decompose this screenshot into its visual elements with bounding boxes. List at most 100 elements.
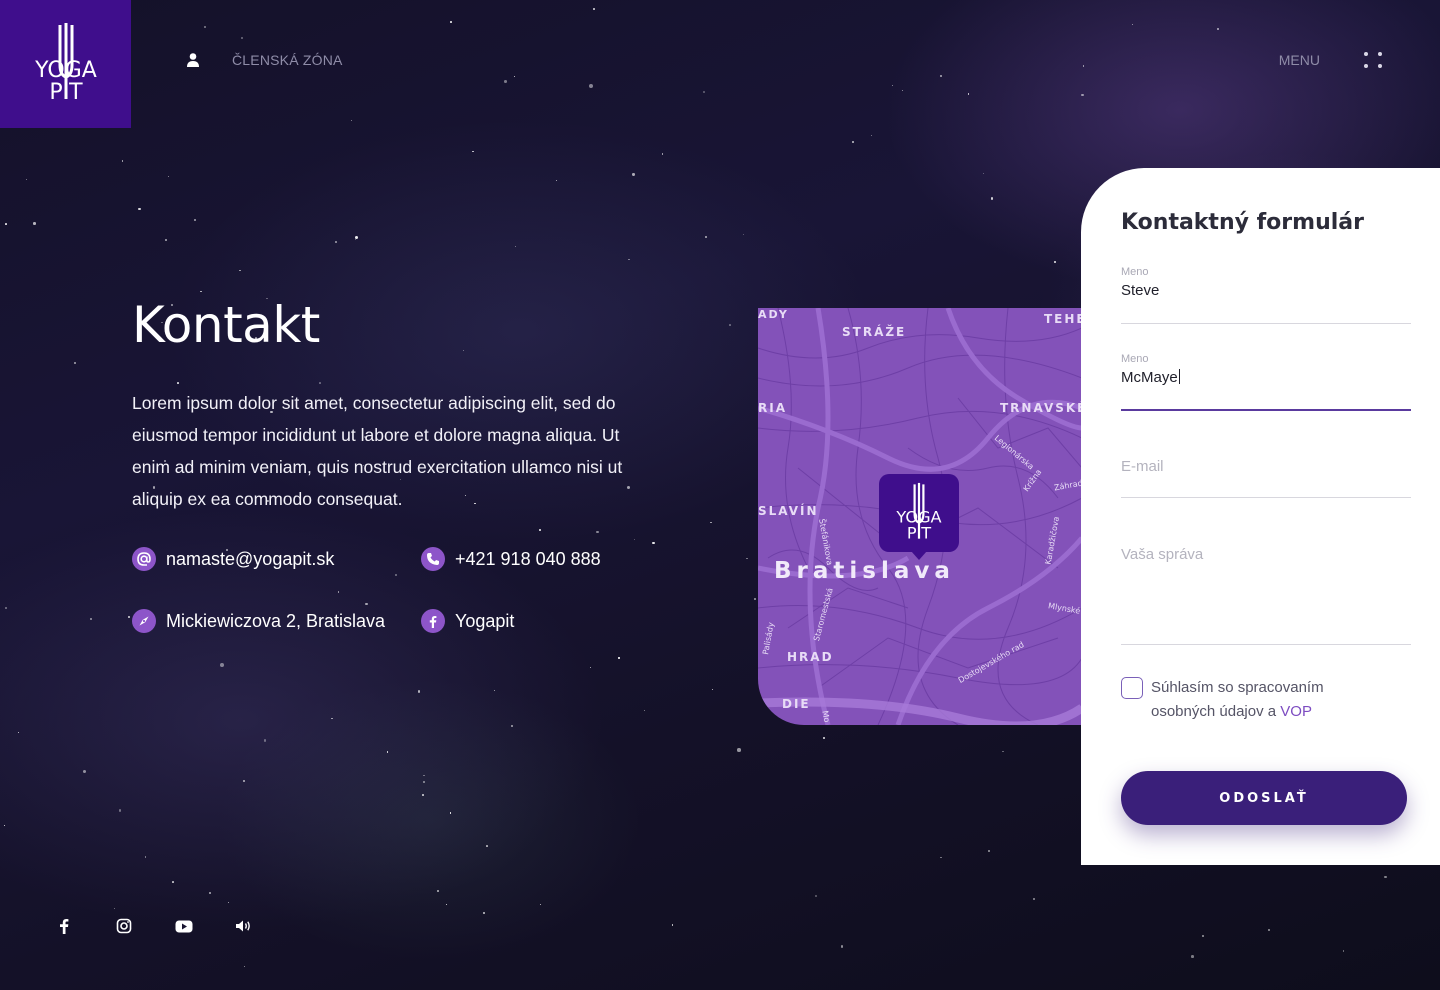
map-label-ria: RIA <box>758 401 787 415</box>
star <box>901 89 904 92</box>
star <box>127 615 131 619</box>
star <box>618 657 620 659</box>
logo[interactable]: YOGA PIT <box>0 0 131 128</box>
star <box>628 258 630 261</box>
first-name-field[interactable]: Meno Steve <box>1121 266 1411 324</box>
star <box>652 542 655 545</box>
star <box>171 881 174 883</box>
message-placeholder: Vaša správa <box>1121 546 1204 563</box>
star <box>841 945 844 948</box>
vop-link[interactable]: VOP <box>1280 703 1312 720</box>
star <box>991 197 994 200</box>
star <box>1032 897 1035 900</box>
location-map[interactable]: ADY STRÁŽE TEHE RIA TRNAVSKÉ SLAVÍN HRAD… <box>758 308 1082 725</box>
star <box>243 780 246 783</box>
compass-icon <box>132 609 156 633</box>
star <box>365 602 368 606</box>
email-placeholder: E-mail <box>1121 458 1164 475</box>
star <box>671 924 674 926</box>
star <box>25 179 27 181</box>
star <box>417 690 421 693</box>
last-name-field[interactable]: Meno McMaye <box>1121 353 1411 411</box>
star <box>423 774 425 777</box>
star <box>632 173 635 176</box>
star <box>168 175 170 177</box>
map-street-mo: Mo <box>820 709 832 724</box>
phone-icon <box>421 547 445 571</box>
star <box>121 159 124 162</box>
user-icon <box>187 53 199 67</box>
star <box>165 239 167 241</box>
star <box>319 382 321 384</box>
star <box>395 573 398 576</box>
star <box>661 153 663 155</box>
star <box>743 233 745 235</box>
contact-email[interactable]: namaste@yogapit.sk <box>132 547 334 571</box>
star <box>472 150 475 153</box>
instagram-icon[interactable] <box>114 916 134 936</box>
first-name-label: Meno <box>1121 266 1149 278</box>
star <box>556 180 558 182</box>
star <box>449 812 452 814</box>
star <box>203 25 206 28</box>
star <box>1342 950 1344 952</box>
consent-row: Súhlasím so spracovaním osobných údajov … <box>1121 676 1351 724</box>
star <box>200 291 202 293</box>
star <box>851 140 855 143</box>
email-field[interactable]: E-mail <box>1121 458 1411 498</box>
map-label-straze: STRÁŽE <box>842 325 907 339</box>
star <box>746 558 748 560</box>
contact-address[interactable]: Mickiewiczova 2, Bratislava <box>132 609 385 633</box>
text-cursor <box>1178 369 1180 384</box>
star <box>227 901 230 904</box>
star <box>710 521 712 524</box>
star <box>1191 955 1194 958</box>
contact-form-panel: Kontaktný formulár Meno Steve Meno McMay… <box>1081 168 1440 865</box>
pin-logo-text-line2: PIT <box>907 524 931 543</box>
star <box>1081 93 1084 97</box>
menu-button[interactable]: MENU <box>1279 52 1382 68</box>
sound-icon[interactable] <box>234 916 254 936</box>
map-label-hrad: HRAD <box>787 650 834 664</box>
star <box>486 845 489 847</box>
star <box>354 235 359 240</box>
star <box>422 793 425 796</box>
star <box>386 751 388 753</box>
star <box>815 895 818 898</box>
star <box>82 770 86 774</box>
star <box>596 530 599 534</box>
map-label-slavin: SLAVÍN <box>758 504 819 518</box>
member-zone-link[interactable]: ČLENSKÁ ZÓNA <box>186 52 343 68</box>
message-field[interactable]: Vaša správa <box>1121 546 1411 645</box>
star <box>940 75 943 78</box>
youtube-icon[interactable] <box>174 916 194 936</box>
at-icon <box>132 547 156 571</box>
star <box>118 809 122 812</box>
star <box>540 903 542 906</box>
map-pin-marker[interactable]: YOGA PIT <box>879 474 959 560</box>
consent-checkbox[interactable] <box>1121 677 1143 699</box>
star <box>138 208 141 211</box>
star <box>644 710 646 712</box>
star <box>892 84 894 86</box>
star <box>144 856 147 858</box>
star <box>4 222 7 225</box>
map-label-trnavske: TRNAVSKÉ <box>1000 401 1082 415</box>
star <box>33 222 36 225</box>
star <box>113 907 116 910</box>
star <box>73 361 77 364</box>
star <box>450 21 453 23</box>
last-name-value: McMaye <box>1121 369 1411 386</box>
star <box>5 607 7 609</box>
form-title: Kontaktný formulár <box>1121 210 1364 235</box>
star <box>822 736 825 739</box>
contact-facebook[interactable]: Yogapit <box>421 609 514 633</box>
contact-phone[interactable]: +421 918 040 888 <box>421 547 601 571</box>
yogapit-logo-icon: YOGA PIT <box>895 482 942 543</box>
facebook-icon[interactable] <box>54 916 74 936</box>
submit-button[interactable]: ODOSLAŤ <box>1121 771 1407 825</box>
star <box>633 538 636 541</box>
star <box>592 8 595 10</box>
star <box>331 717 333 720</box>
star <box>753 597 756 600</box>
